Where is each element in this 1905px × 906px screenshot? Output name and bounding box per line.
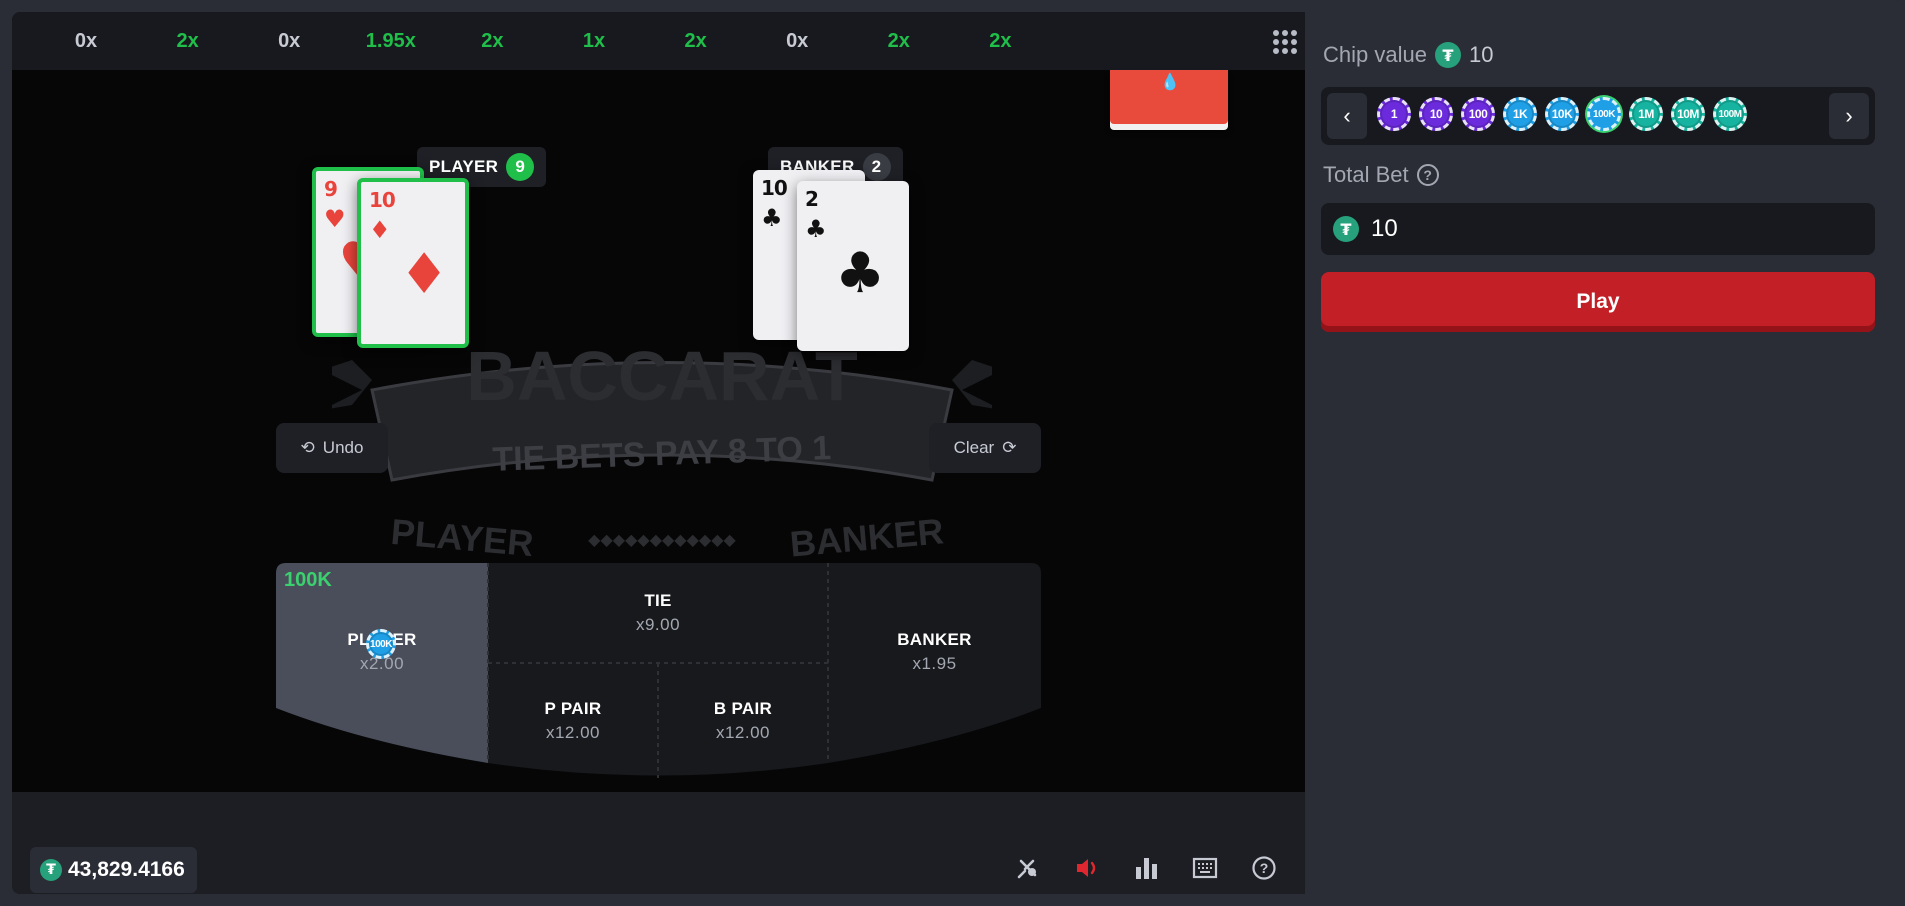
app-frame: 0x 2x 0x 1.95x 2x 1x 2x 0x 2x 2x 💧 BACCARAT TIE B… — [0, 0, 1905, 906]
undo-button[interactable]: ⟲ Undo — [276, 423, 388, 473]
total-bet-value: 10 — [1371, 215, 1398, 242]
undo-label: Undo — [322, 438, 364, 457]
chip-option-100m[interactable]: 100M — [1713, 97, 1747, 131]
deck-drop-icon: 💧 — [1160, 74, 1180, 91]
bet-panel: Chip value ₮ 10 ‹ 1 10 100 1K 10K 100K 1M 10M 10… — [1305, 12, 1893, 894]
history-item: 0x — [278, 30, 301, 52]
total-bet-field[interactable]: ₮ 10 — [1321, 203, 1875, 255]
chips-next-button[interactable]: › — [1829, 93, 1869, 139]
chip-list: 1 10 100 1K 10K 100K 1M 10M 100M — [1377, 97, 1747, 131]
chip-option-1m[interactable]: 1M — [1629, 97, 1663, 131]
bet-spot-b-pair[interactable]: B PAIR x12.00 — [658, 699, 828, 743]
card-rank: 10 — [369, 188, 396, 212]
chip-option-1[interactable]: 1 — [1377, 97, 1411, 131]
history-item: 2x — [176, 30, 199, 52]
help-icon[interactable]: ? — [1248, 852, 1280, 884]
chip-option-10k[interactable]: 10K — [1545, 97, 1579, 131]
baccarat-logo: BACCARAT TIE BETS PAY 8 TO 1 PLAYER ◆◆◆◆… — [332, 337, 992, 565]
card-rank: 9 — [324, 177, 338, 201]
undo-icon: ⟲ — [300, 438, 315, 457]
balance-display: ₮ 43,829.4166 — [30, 847, 197, 893]
history-item: 2x — [989, 30, 1012, 52]
bet-spot-p-pair[interactable]: P PAIR x12.00 — [488, 699, 658, 743]
balance-amount: 43,829.4166 — [68, 858, 185, 881]
chips-prev-button[interactable]: ‹ — [1327, 93, 1367, 139]
bet-b-pair-label: B PAIR — [713, 699, 773, 718]
total-bet-label: Total Bet — [1323, 162, 1409, 187]
keyboard-icon[interactable] — [1189, 852, 1221, 884]
history-item: 2x — [684, 30, 707, 52]
chip-value-amount: 10 — [1468, 42, 1494, 67]
logo-banker: BANKER — [788, 510, 945, 564]
player-label-text: PLAYER — [429, 157, 499, 176]
play-button[interactable]: Play — [1321, 272, 1875, 332]
chip-option-10[interactable]: 10 — [1419, 97, 1453, 131]
volume-icon[interactable] — [1071, 852, 1103, 884]
svg-text:?: ? — [1260, 860, 1269, 876]
placed-chip: 100K — [366, 629, 396, 659]
player-card-2: 10 ♦ ♦ — [357, 178, 469, 348]
bet-p-pair-odds: x12.00 — [545, 723, 601, 742]
bet-spot-player[interactable]: 100K PLAYER x2.00 100K — [276, 563, 488, 763]
diamond-suit-icon: ♦ — [399, 242, 450, 307]
chip-option-100k[interactable]: 100K — [1587, 97, 1621, 131]
club-suit-icon: ♣ — [761, 204, 783, 232]
bet-tie-odds: x9.00 — [635, 615, 681, 634]
club-suit-icon: ♣ — [835, 241, 886, 306]
card-shoe: 💧 — [1110, 70, 1228, 124]
banker-card-2: 2 ♣ ♣ — [797, 181, 909, 351]
logo-player: PLAYER — [389, 511, 535, 564]
bet-board: 100K PLAYER x2.00 100K TIE x9.00 BANKER … — [276, 563, 1041, 788]
chip-selector: ‹ 1 10 100 1K 10K 100K 1M 10M 100M › — [1321, 87, 1875, 145]
tether-icon: ₮ — [1333, 216, 1359, 242]
bet-p-pair-label: P PAIR — [544, 699, 602, 718]
history-item: 1.95x — [365, 30, 416, 52]
history-item: 0x — [74, 30, 98, 52]
tether-icon: ₮ — [1434, 42, 1461, 68]
logo-diamonds: ◆◆◆◆◆◆◆◆◆◆◆◆ — [588, 530, 736, 549]
hotkeys-off-icon[interactable] — [1012, 852, 1044, 884]
bet-spot-banker[interactable]: BANKER x1.95 — [828, 630, 1041, 674]
chip-value-row: Chip value ₮ 10 — [1323, 42, 1493, 68]
heart-suit-icon: ♥ — [324, 205, 346, 233]
banker-score: 2 — [862, 153, 891, 181]
refresh-icon: ⟳ — [1002, 438, 1017, 457]
card-rank: 2 — [805, 187, 819, 211]
diamond-suit-icon: ♦ — [369, 216, 391, 244]
bet-tie-label: TIE — [644, 591, 672, 610]
total-bet-row: Total Bet ? — [1323, 162, 1439, 188]
club-suit-icon: ♣ — [805, 215, 827, 243]
bet-b-pair-odds: x12.00 — [715, 723, 771, 742]
grid-dots-icon[interactable] — [1273, 30, 1297, 54]
history-item: 0x — [786, 30, 809, 52]
placed-bet-amount: 100K — [284, 569, 332, 591]
clear-button[interactable]: Clear ⟳ — [929, 423, 1041, 473]
history-item: 2x — [481, 30, 504, 52]
bet-banker-label: BANKER — [897, 630, 972, 649]
stats-icon[interactable] — [1130, 852, 1162, 884]
history-item: 2x — [887, 30, 910, 52]
chip-option-10m[interactable]: 10M — [1671, 97, 1705, 131]
baccarat-table: 💧 BACCARAT TIE BETS PAY 8 TO 1 PLAYER ◆◆… — [12, 70, 1305, 792]
tether-icon: ₮ — [40, 859, 62, 881]
bet-spot-tie[interactable]: TIE x9.00 — [488, 591, 828, 635]
bet-banker-odds: x1.95 — [912, 654, 957, 673]
help-icon[interactable]: ? — [1416, 164, 1439, 186]
card-rank: 10 — [761, 176, 788, 200]
chip-value-label: Chip value — [1323, 42, 1427, 67]
bottom-bar: ₮ 43,829.4166 ? — [12, 792, 1305, 894]
history-item: 1x — [582, 30, 606, 52]
chip-option-100[interactable]: 100 — [1461, 97, 1495, 131]
history-bar: 0x 2x 0x 1.95x 2x 1x 2x 0x 2x 2x — [12, 12, 1305, 70]
game-area: 0x 2x 0x 1.95x 2x 1x 2x 0x 2x 2x 💧 BACCARAT TIE B… — [12, 12, 1305, 894]
player-score: 9 — [506, 153, 535, 181]
clear-label: Clear — [953, 438, 995, 457]
chip-option-1k[interactable]: 1K — [1503, 97, 1537, 131]
